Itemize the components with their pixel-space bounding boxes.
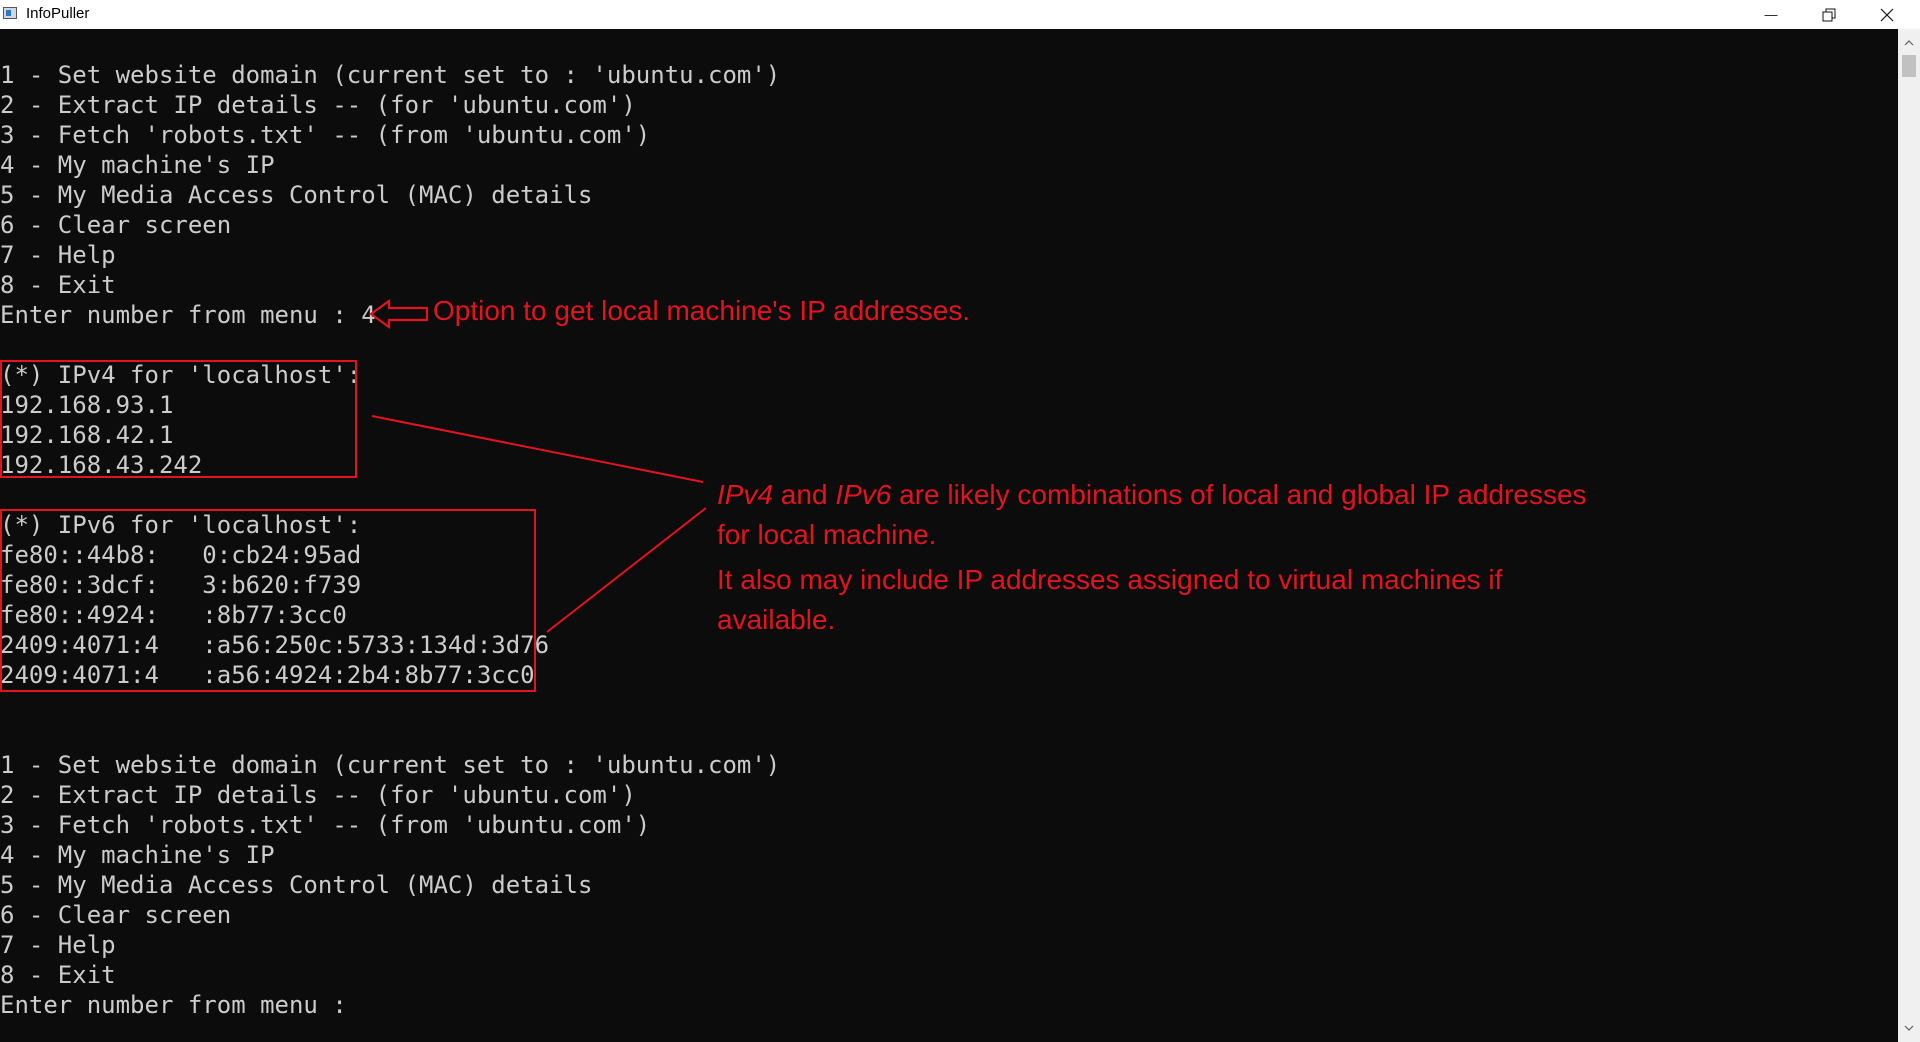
connector-line-ipv6 <box>546 507 707 633</box>
virtual-machine-annotation: It also may include IP addresses assigne… <box>717 564 1503 635</box>
ipv6-emphasis: IPv6 <box>835 479 892 510</box>
option-annotation: Option to get local machine's IP address… <box>433 295 971 326</box>
connector-line-ipv4 <box>371 415 704 483</box>
ip-combination-annotation: IPv4 and IPv6 are likely combinations of… <box>717 475 1587 555</box>
ipv4-emphasis: IPv4 <box>717 479 774 510</box>
ip-note-and: and <box>773 479 836 510</box>
arrow-icon <box>369 298 429 330</box>
